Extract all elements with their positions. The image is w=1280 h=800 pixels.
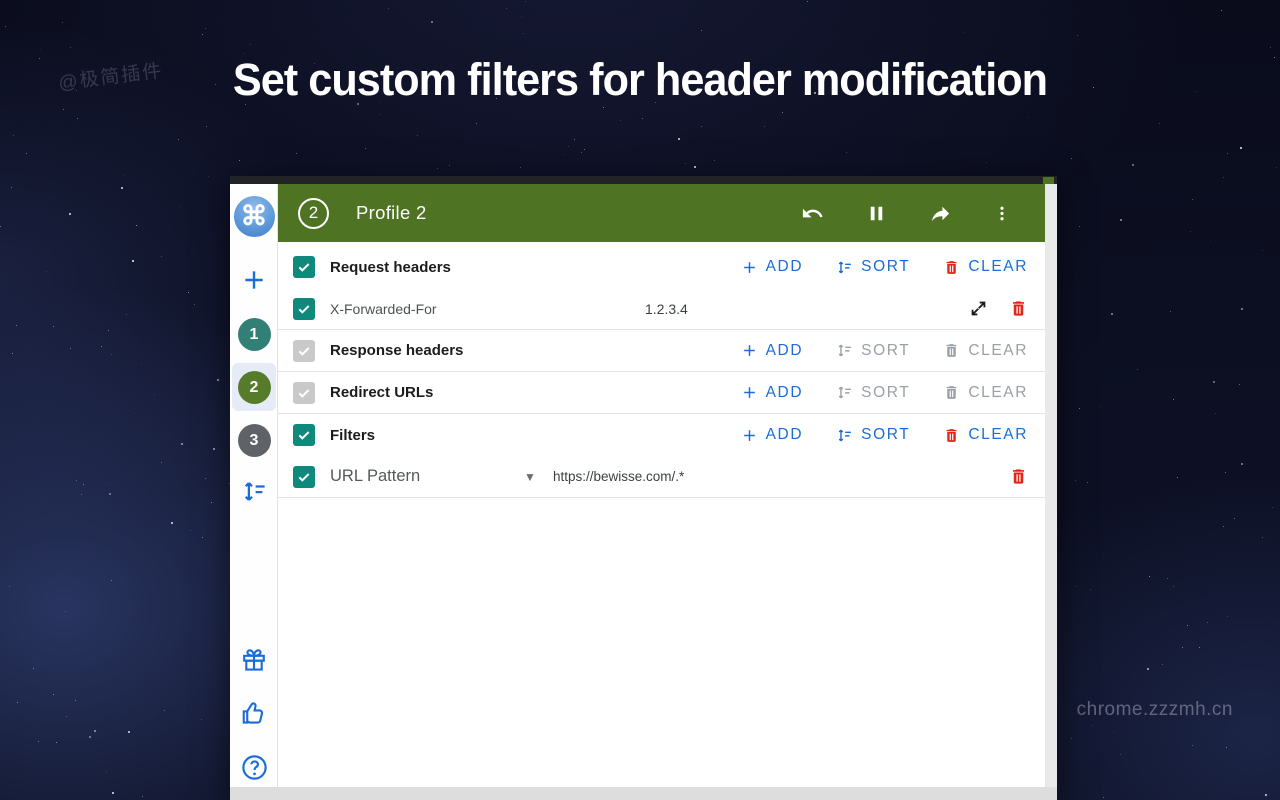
- starfield-bright: [0, 0, 2, 2]
- rows-container: Request headers ADD SORT CLEAR: [278, 242, 1045, 787]
- header-value-field[interactable]: 1.2.3.4: [645, 301, 688, 317]
- header-actions: [801, 202, 1025, 225]
- extension-popup: ⌘ 1 2 3: [230, 176, 1057, 800]
- url-pattern-checkbox[interactable]: [293, 466, 315, 488]
- like-button[interactable]: [230, 698, 278, 728]
- section-actions: ADD SORT CLEAR: [741, 384, 1028, 402]
- add-filter-button[interactable]: ADD: [741, 426, 804, 444]
- redirect-urls-checkbox[interactable]: [293, 382, 315, 404]
- kebab-menu-icon[interactable]: [993, 202, 1011, 225]
- check-icon: [296, 427, 312, 443]
- bottom-border-strip: [230, 787, 1057, 800]
- section-title: Redirect URLs: [330, 384, 433, 401]
- add-redirect-url-button[interactable]: ADD: [741, 384, 804, 402]
- sort-icon: [836, 384, 853, 401]
- profile-number-badge: 2: [298, 198, 329, 229]
- profile-1-badge: 1: [238, 318, 271, 351]
- top-border-strip: [230, 176, 1057, 184]
- trash-icon[interactable]: [1009, 467, 1028, 486]
- section-title: Response headers: [330, 342, 463, 359]
- sort-filters-button[interactable]: SORT: [836, 426, 910, 444]
- sort-response-headers-button[interactable]: SORT: [836, 342, 910, 360]
- section-row-response-headers: Response headers ADD SORT CLEAR: [278, 330, 1045, 372]
- promo-title: Set custom filters for header modificati…: [26, 54, 1255, 106]
- add-profile-button[interactable]: [230, 264, 278, 296]
- sort-icon: [241, 478, 268, 505]
- plus-icon: [741, 259, 758, 276]
- section-actions: ADD SORT CLEAR: [741, 342, 1028, 360]
- add-response-header-button[interactable]: ADD: [741, 342, 804, 360]
- sort-request-headers-button[interactable]: SORT: [836, 258, 910, 276]
- response-headers-checkbox[interactable]: [293, 340, 315, 362]
- filter-type-select[interactable]: URL Pattern: [330, 467, 420, 486]
- chevron-down-icon[interactable]: ▼: [524, 470, 536, 484]
- sidebar-profile-2[interactable]: 2: [230, 371, 278, 404]
- section-row-redirect-urls: Redirect URLs ADD SORT CLEAR: [278, 372, 1045, 414]
- check-icon: [296, 343, 312, 359]
- check-icon: [296, 469, 312, 485]
- plus-icon: [741, 427, 758, 444]
- expand-icon[interactable]: [969, 299, 988, 318]
- profile-header-bar: 2 Profile 2: [278, 184, 1045, 242]
- sidebar-profile-3[interactable]: 3: [230, 424, 278, 457]
- clear-request-headers-button[interactable]: CLEAR: [943, 258, 1028, 276]
- sort-icon: [836, 259, 853, 276]
- plus-icon: [741, 384, 758, 401]
- sort-icon: [836, 427, 853, 444]
- trash-icon: [943, 384, 960, 401]
- top-strip-artifact: [1043, 177, 1054, 184]
- section-actions: ADD SORT CLEAR: [741, 426, 1028, 444]
- watermark-bottom-right: chrome.zzzmh.cn: [1077, 699, 1233, 721]
- clear-redirect-urls-button[interactable]: CLEAR: [943, 384, 1028, 402]
- profile-name[interactable]: Profile 2: [356, 202, 427, 224]
- trash-icon[interactable]: [1009, 299, 1028, 318]
- trash-icon: [943, 342, 960, 359]
- share-icon[interactable]: [929, 202, 952, 225]
- plus-icon: [741, 342, 758, 359]
- gift-icon: [240, 646, 268, 674]
- scrollbar-gutter[interactable]: [1045, 184, 1057, 787]
- help-button[interactable]: [230, 751, 278, 783]
- header-entry-row: X-Forwarded-For 1.2.3.4: [278, 288, 1045, 330]
- sort-icon: [836, 342, 853, 359]
- gift-button[interactable]: [230, 645, 278, 675]
- profile-3-badge: 3: [238, 424, 271, 457]
- thumbs-up-icon: [240, 699, 268, 727]
- pause-icon[interactable]: [865, 202, 888, 225]
- check-icon: [296, 385, 312, 401]
- trash-icon: [943, 427, 960, 444]
- check-icon: [296, 301, 312, 317]
- sidebar: ⌘ 1 2 3: [230, 184, 278, 787]
- header-name-field[interactable]: X-Forwarded-For: [330, 301, 437, 317]
- x-forwarded-for-checkbox[interactable]: [293, 298, 315, 320]
- add-request-header-button[interactable]: ADD: [741, 258, 804, 276]
- entry-row-actions: [969, 299, 1028, 318]
- clear-response-headers-button[interactable]: CLEAR: [943, 342, 1028, 360]
- request-headers-checkbox[interactable]: [293, 256, 315, 278]
- section-row-request-headers: Request headers ADD SORT CLEAR: [278, 246, 1045, 288]
- section-title: Filters: [330, 427, 375, 444]
- app-logo: ⌘: [230, 194, 278, 238]
- section-actions: ADD SORT CLEAR: [741, 258, 1028, 276]
- entry-row-actions: [1009, 467, 1028, 486]
- help-icon: [240, 753, 269, 782]
- sort-redirect-urls-button[interactable]: SORT: [836, 384, 910, 402]
- profile-2-badge: 2: [238, 371, 271, 404]
- section-row-filters: Filters ADD SORT CLEAR: [278, 414, 1045, 456]
- modheader-clover-icon: ⌘: [234, 196, 275, 237]
- filters-checkbox[interactable]: [293, 424, 315, 446]
- trash-icon: [943, 259, 960, 276]
- sidebar-profile-1[interactable]: 1: [230, 318, 278, 351]
- url-pattern-field[interactable]: https://bewisse.com/.*: [553, 469, 684, 484]
- clear-filters-button[interactable]: CLEAR: [943, 426, 1028, 444]
- plus-icon: [241, 267, 267, 293]
- section-title: Request headers: [330, 259, 451, 276]
- undo-icon[interactable]: [801, 202, 824, 225]
- filter-entry-row: URL Pattern ▼ https://bewisse.com/.*: [278, 456, 1045, 498]
- check-icon: [296, 259, 312, 275]
- sort-profiles-button[interactable]: [230, 476, 278, 506]
